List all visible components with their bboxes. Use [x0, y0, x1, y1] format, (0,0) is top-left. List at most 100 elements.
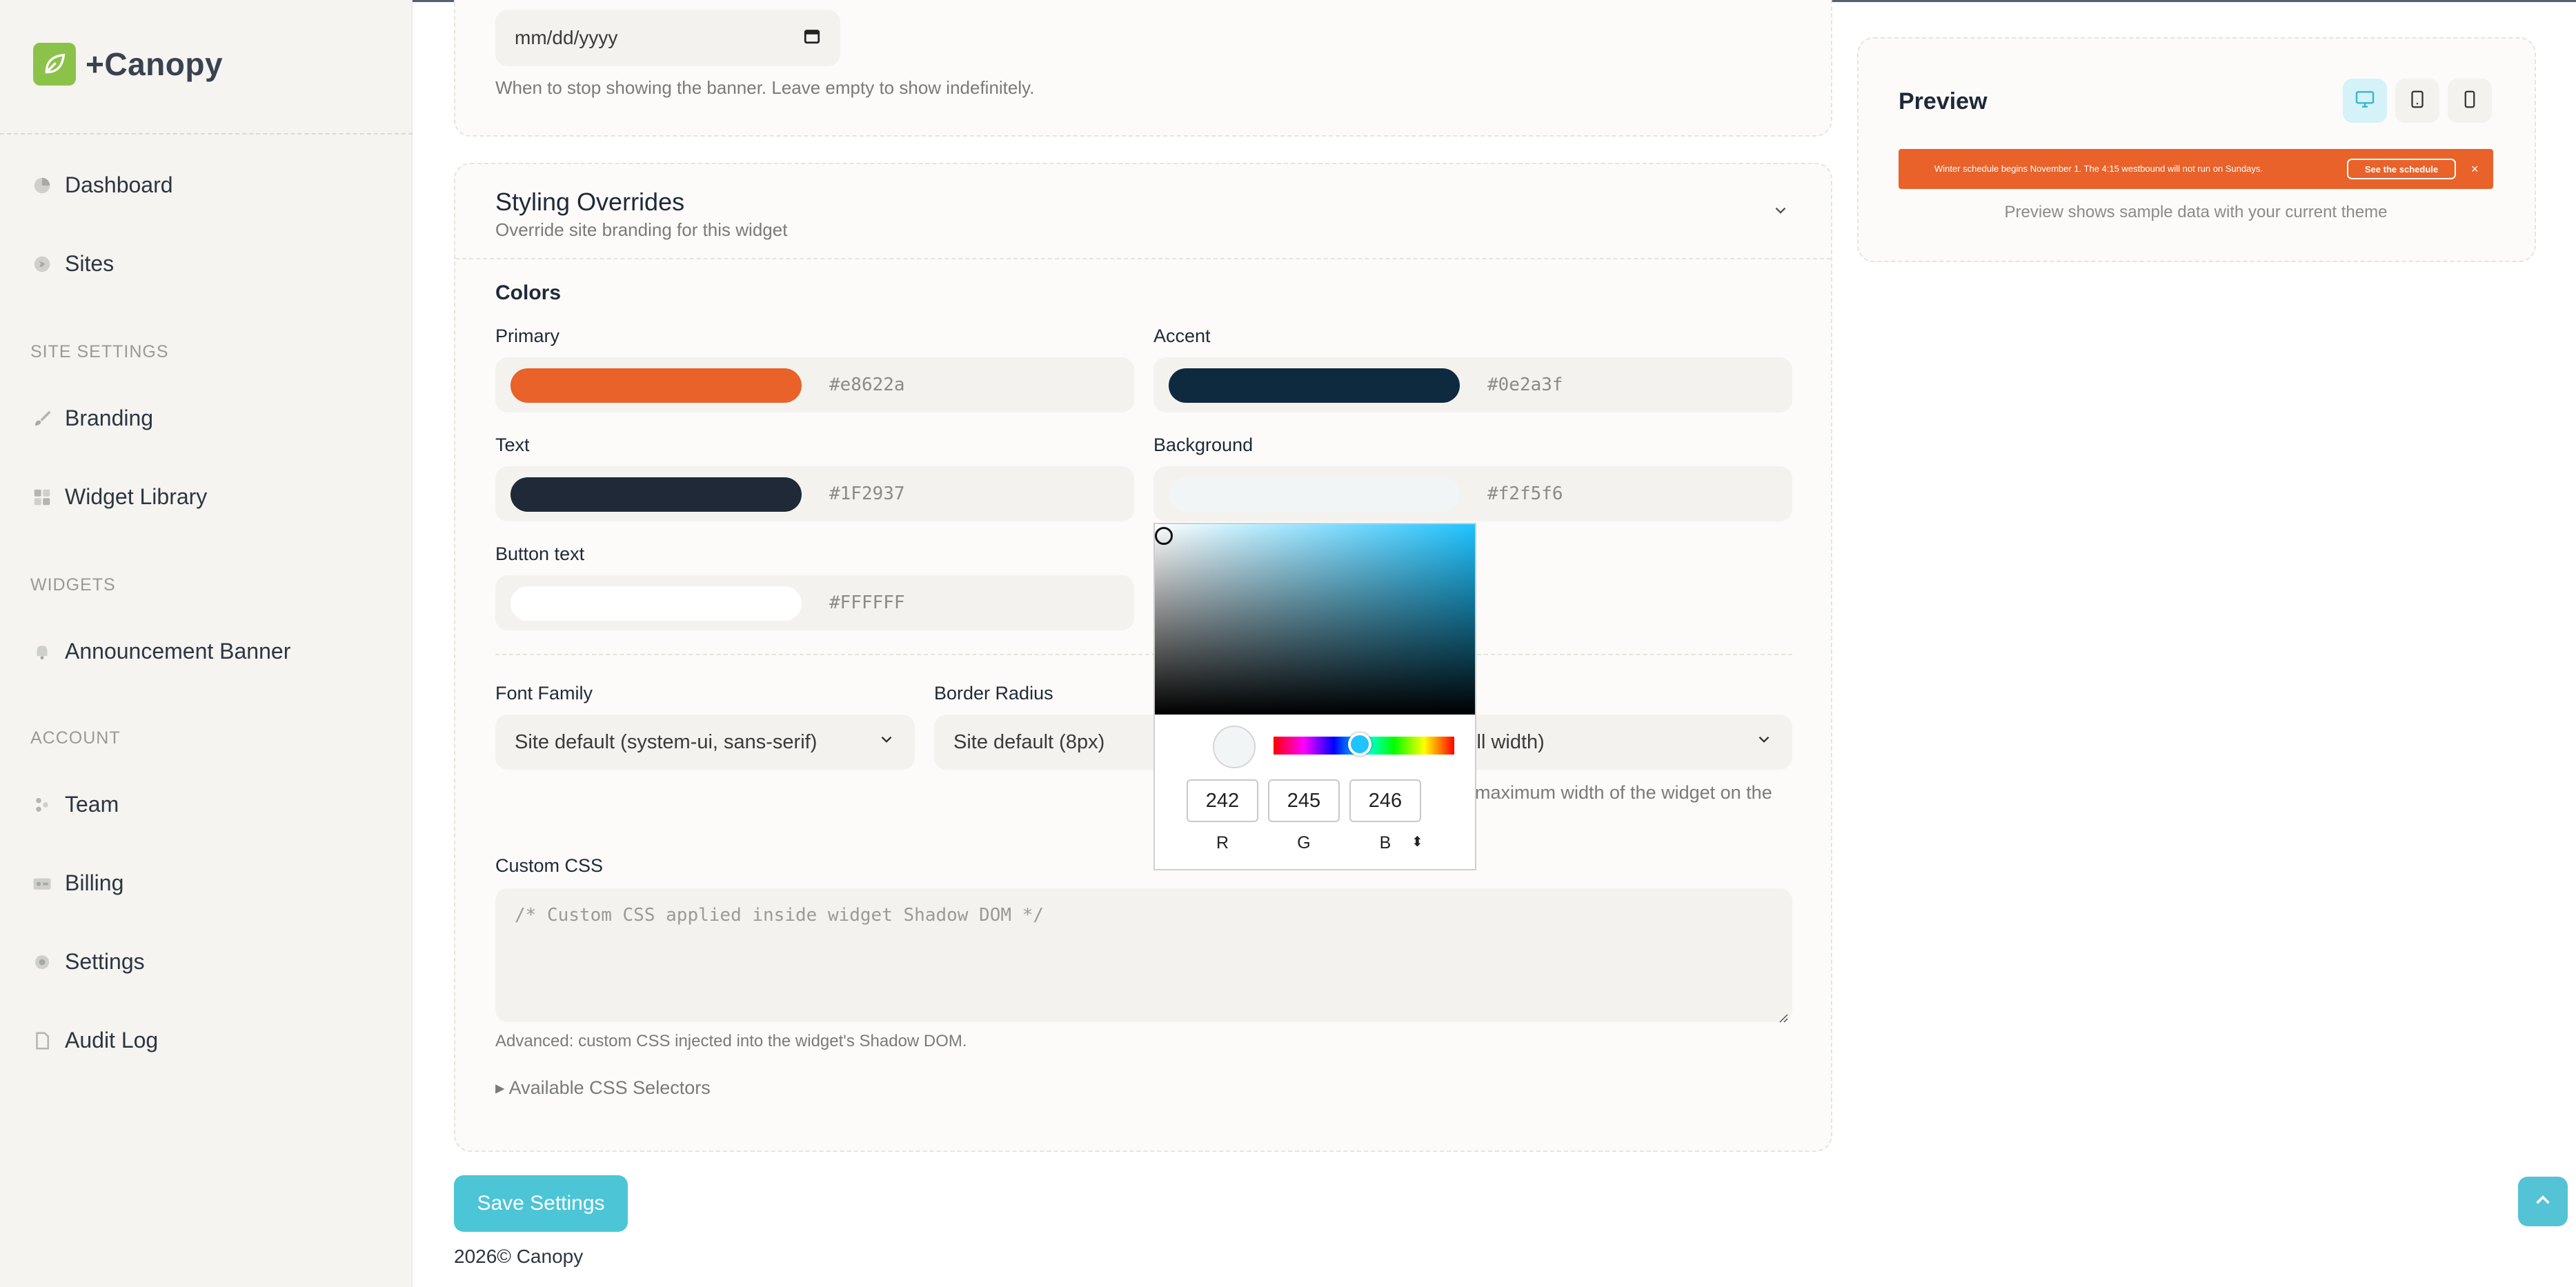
color-picker-popup[interactable]: 242 245 246 R G B ⬍	[1153, 523, 1476, 870]
background-hex[interactable]: #f2f5f6	[1487, 466, 1563, 521]
button-text-color-field[interactable]: #FFFFFF	[495, 575, 1134, 630]
sidebar-item-label: Dashboard	[65, 172, 173, 197]
collapse-chevron-icon[interactable]	[1772, 201, 1790, 223]
colors-divider	[495, 654, 1792, 655]
primary-hex[interactable]: #e8622a	[829, 357, 905, 412]
saturation-value-area[interactable]	[1155, 524, 1475, 715]
bell-icon	[30, 640, 54, 664]
css-selectors-toggle[interactable]: ▸ Available CSS Selectors	[495, 1077, 711, 1099]
sidebar-item-label: Audit Log	[65, 1028, 159, 1052]
custom-css-label: Custom CSS	[495, 855, 604, 876]
document-icon	[30, 1029, 54, 1052]
triangle-right-icon: ▸	[495, 1077, 509, 1098]
sidebar-item-label: Branding	[65, 406, 154, 430]
sidebar-item-label: Team	[65, 792, 119, 817]
saturation-handle[interactable]	[1155, 527, 1173, 545]
sidebar-item-branding[interactable]: Branding	[30, 406, 153, 431]
accent-color-field[interactable]: #0e2a3f	[1153, 357, 1792, 412]
styling-overrides-subtitle: Override site branding for this widget	[495, 219, 788, 240]
sidebar-item-label: Settings	[65, 949, 145, 974]
hue-handle[interactable]	[1348, 732, 1371, 756]
chevron-up-icon	[2531, 1188, 2555, 1215]
css-selectors-label: Available CSS Selectors	[508, 1077, 711, 1098]
brand-divider	[0, 133, 413, 134]
primary-label: Primary	[495, 326, 559, 346]
globe-icon	[30, 252, 54, 276]
chevron-down-icon	[878, 730, 895, 754]
accent-label: Accent	[1153, 326, 1211, 346]
accent-hex[interactable]: #0e2a3f	[1487, 357, 1563, 412]
app-name: +Canopy	[86, 46, 224, 82]
sidebar-item-billing[interactable]: Billing	[30, 870, 123, 896]
text-color-label: Text	[495, 435, 530, 455]
footer-year: 2026©	[454, 1246, 511, 1267]
sidebar-item-announcement-banner[interactable]: Announcement Banner	[30, 639, 290, 664]
banner-cta-button[interactable]: See the schedule	[2347, 159, 2456, 179]
button-text-label: Button text	[495, 543, 585, 564]
calendar-icon[interactable]	[803, 27, 821, 50]
team-icon	[30, 793, 54, 817]
sidebar-item-label: Announcement Banner	[65, 639, 291, 664]
tablet-icon	[2407, 89, 2428, 113]
date-placeholder: mm/dd/yyyy	[515, 27, 618, 48]
close-icon[interactable]: ×	[2471, 149, 2479, 189]
sidebar-item-sites[interactable]: Sites	[30, 251, 114, 277]
end-date-help: When to stop showing the banner. Leave e…	[495, 77, 1035, 98]
desktop-icon	[2354, 88, 2376, 114]
colors-heading: Colors	[495, 281, 562, 304]
text-swatch[interactable]	[511, 477, 802, 512]
desktop-view-button[interactable]	[2343, 79, 2387, 123]
banner-message: Winter schedule begins November 1. The 4…	[1934, 163, 2263, 174]
resize-grip-icon[interactable]	[1777, 1007, 1788, 1023]
pie-chart-icon	[30, 174, 54, 197]
background-color-field[interactable]: #f2f5f6	[1153, 466, 1792, 521]
scroll-to-top-button[interactable]	[2518, 1177, 2568, 1226]
red-input[interactable]: 242	[1187, 779, 1258, 822]
font-family-select[interactable]: Site default (system-ui, sans-serif)	[495, 715, 915, 770]
sidebar-item-label: Billing	[65, 870, 124, 895]
preview-title: Preview	[1899, 88, 1988, 114]
sidebar-item-settings[interactable]: Settings	[30, 949, 145, 975]
section-heading-account: ACCOUNT	[30, 728, 121, 748]
picker-current-swatch	[1213, 726, 1256, 768]
button-text-hex[interactable]: #FFFFFF	[829, 575, 905, 630]
background-swatch[interactable]	[1169, 477, 1460, 512]
mobile-view-button[interactable]	[2448, 79, 2492, 123]
accent-swatch[interactable]	[1169, 368, 1460, 403]
preview-note: Preview shows sample data with your curr…	[2004, 203, 2388, 221]
sidebar-item-widget-library[interactable]: Widget Library	[30, 484, 207, 510]
grid-icon	[30, 486, 54, 509]
footer-company[interactable]: Canopy	[517, 1246, 584, 1267]
primary-color-field[interactable]: #e8622a	[495, 357, 1134, 412]
save-settings-button[interactable]: Save Settings	[454, 1175, 628, 1232]
background-label: Background	[1153, 435, 1254, 455]
card-header-divider	[455, 258, 1831, 259]
blue-input[interactable]: 246	[1349, 779, 1421, 822]
mobile-icon	[2459, 89, 2480, 113]
tablet-view-button[interactable]	[2395, 79, 2439, 123]
text-hex[interactable]: #1F2937	[829, 466, 905, 521]
font-family-label: Font Family	[495, 683, 593, 704]
sidebar-item-team[interactable]: Team	[30, 792, 119, 817]
styling-overrides-title[interactable]: Styling Overrides	[495, 188, 684, 217]
mode-toggle-icon[interactable]: ⬍	[1411, 833, 1423, 850]
end-date-input[interactable]: mm/dd/yyyy	[495, 10, 840, 66]
sidebar-item-label: Sites	[65, 251, 115, 276]
text-color-field[interactable]: #1F2937	[495, 466, 1134, 521]
credit-card-icon	[30, 872, 54, 895]
red-label: R	[1216, 833, 1229, 852]
green-input[interactable]: 245	[1268, 779, 1340, 822]
custom-css-textarea[interactable]: /* Custom CSS applied inside widget Shad…	[495, 888, 1792, 1023]
primary-swatch[interactable]	[511, 368, 802, 403]
preview-banner: Winter schedule begins November 1. The 4…	[1899, 149, 2493, 189]
brand[interactable]: +Canopy	[33, 43, 223, 86]
green-label: G	[1297, 833, 1311, 852]
brush-icon	[30, 407, 54, 430]
blue-label: B	[1379, 833, 1391, 852]
sidebar-item-audit-log[interactable]: Audit Log	[30, 1028, 158, 1053]
sidebar-item-dashboard[interactable]: Dashboard	[30, 172, 173, 198]
button-text-swatch[interactable]	[511, 586, 802, 621]
sidebar: +Canopy Dashboard Sites SITE SETTINGS Br…	[0, 0, 413, 1287]
custom-css-placeholder: /* Custom CSS applied inside widget Shad…	[515, 905, 1044, 926]
footer: 2026© Canopy	[454, 1246, 583, 1268]
